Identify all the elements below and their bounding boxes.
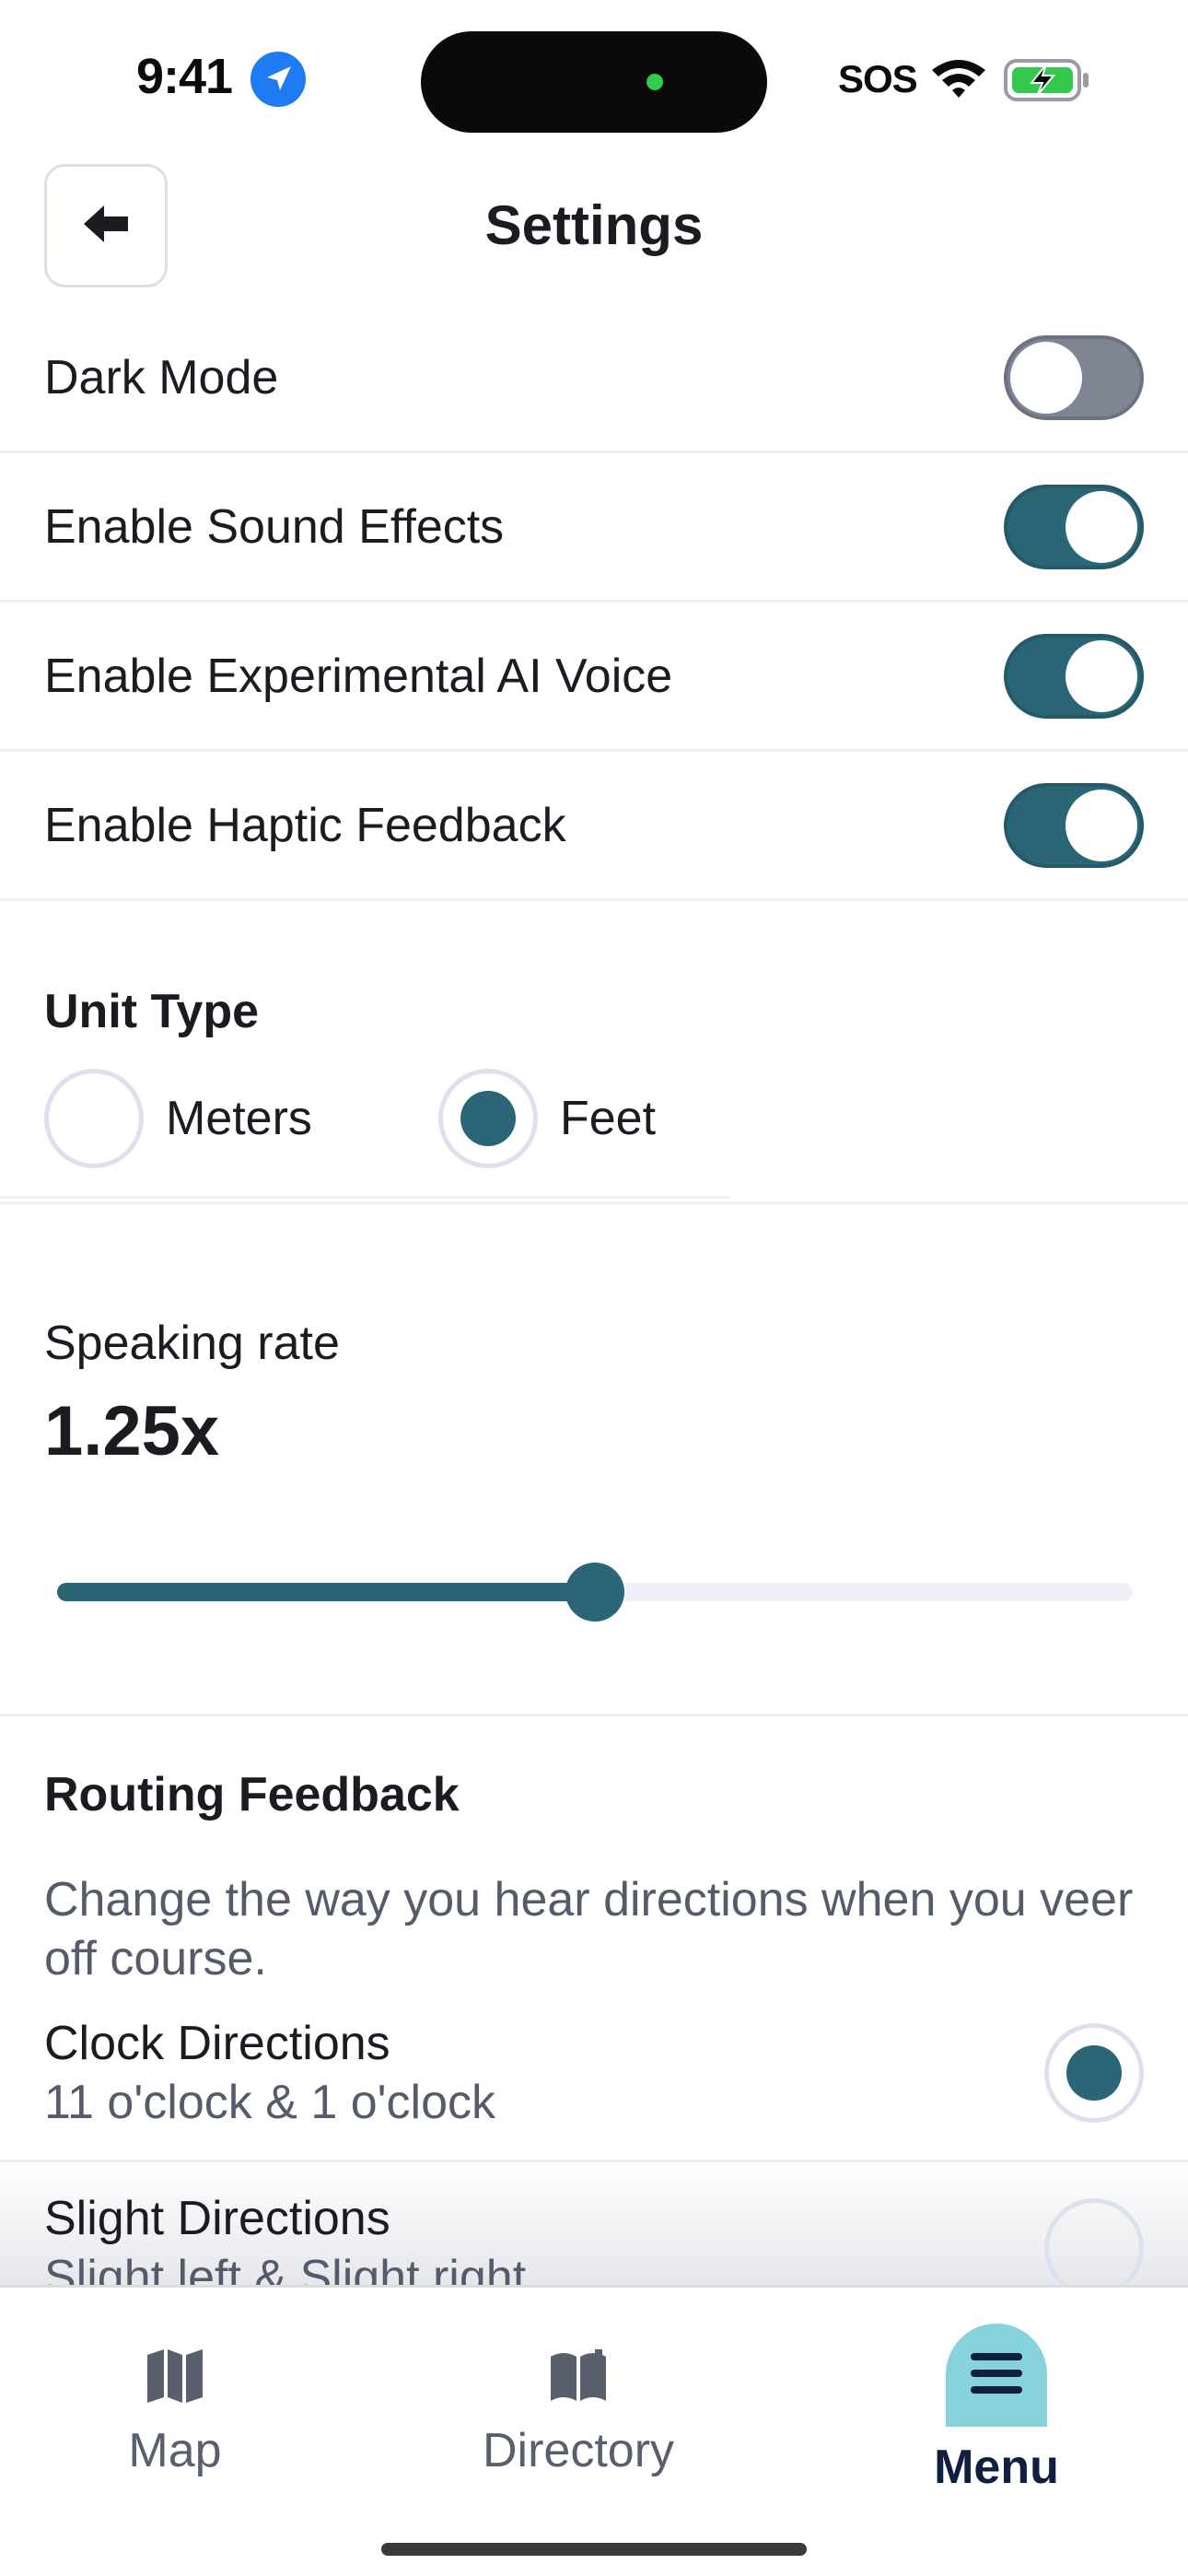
menu-active-indicator[interactable]	[946, 2324, 1047, 2427]
unit-feet-radio[interactable]	[438, 1069, 538, 1168]
setting-label: Enable Experimental AI Voice	[44, 650, 673, 703]
slight-directions-radio[interactable]	[1044, 2198, 1144, 2298]
status-time: 9:41	[136, 49, 233, 104]
toggle-knob	[1066, 790, 1137, 861]
unit-meters-radio[interactable]	[44, 1069, 144, 1168]
speaking-rate-slider-fill	[57, 1583, 595, 1601]
slight-directions-title[interactable]: Slight Directions	[44, 2191, 390, 2246]
camera-indicator-dot	[646, 74, 663, 90]
radio-selected-dot	[1066, 2045, 1122, 2101]
speaking-rate-value: 1.25x	[44, 1392, 220, 1470]
map-icon[interactable]	[146, 2346, 204, 2409]
book-open-icon[interactable]	[549, 2348, 608, 2407]
setting-label: Enable Haptic Feedback	[44, 799, 566, 852]
unit-type-divider	[0, 1196, 729, 1199]
ai-voice-toggle[interactable]	[1004, 634, 1144, 719]
setting-row-haptic-feedback: Enable Haptic Feedback	[0, 752, 1188, 901]
radio-selected-dot	[460, 1091, 516, 1146]
page-title: Settings	[484, 194, 704, 256]
speaking-rate-slider-thumb[interactable]	[565, 1563, 624, 1622]
dark-mode-toggle[interactable]	[1004, 335, 1144, 420]
toggle-knob	[1066, 640, 1137, 712]
haptic-feedback-toggle[interactable]	[1004, 783, 1144, 868]
toggle-knob	[1010, 342, 1082, 414]
battery-charging-icon	[1004, 59, 1092, 106]
section-divider	[0, 1714, 1188, 1716]
toggle-knob	[1066, 491, 1137, 563]
setting-label: Dark Mode	[44, 351, 279, 404]
sos-indicator: SOS	[838, 57, 918, 100]
sound-effects-toggle[interactable]	[1004, 485, 1144, 569]
routing-feedback-description: Change the way you hear directions when …	[44, 1873, 1134, 1985]
clock-directions-subtitle: 11 o'clock & 1 o'clock	[44, 2076, 496, 2129]
location-arrow-icon	[250, 52, 306, 107]
routing-feedback-heading: Routing Feedback	[44, 1768, 460, 1821]
unit-meters-label[interactable]: Meters	[166, 1091, 312, 1146]
tab-menu[interactable]: Menu	[858, 2440, 1135, 2495]
unit-type-heading: Unit Type	[44, 985, 260, 1038]
setting-row-dark-mode: Dark Mode	[0, 304, 1188, 453]
clock-directions-title[interactable]: Clock Directions	[44, 2016, 390, 2071]
tab-directory[interactable]: Directory	[440, 2423, 716, 2478]
section-divider	[0, 1201, 1188, 1204]
speaking-rate-label: Speaking rate	[44, 1317, 340, 1370]
wifi-icon	[928, 55, 989, 104]
tab-map[interactable]: Map	[37, 2423, 313, 2478]
home-indicator	[381, 2543, 807, 2556]
setting-row-ai-voice: Enable Experimental AI Voice	[0, 603, 1188, 752]
dynamic-island	[421, 31, 767, 133]
setting-label: Enable Sound Effects	[44, 500, 505, 554]
clock-directions-radio[interactable]	[1044, 2023, 1144, 2123]
option-divider	[0, 2160, 1188, 2162]
unit-feet-label[interactable]: Feet	[560, 1091, 656, 1146]
setting-row-sound-effects: Enable Sound Effects	[0, 453, 1188, 603]
menu-icon	[971, 2351, 1022, 2400]
